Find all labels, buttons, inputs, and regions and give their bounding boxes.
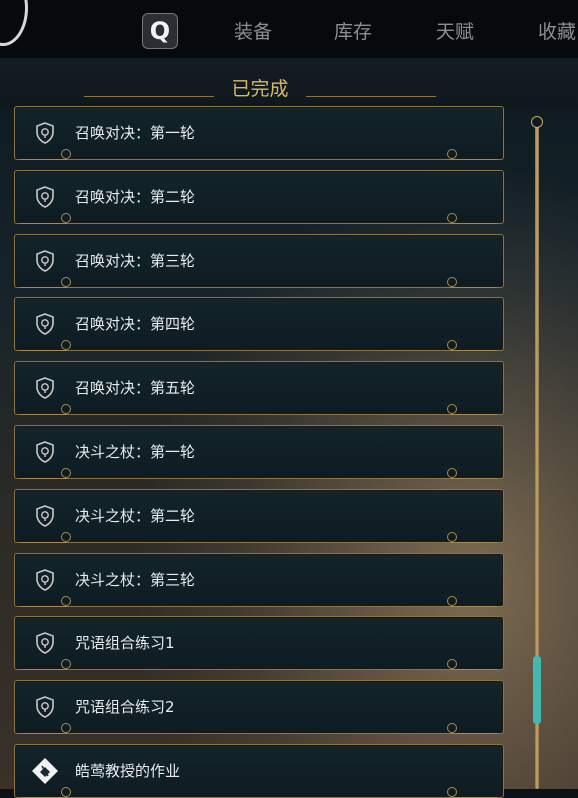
shield-icon	[33, 440, 57, 464]
corner-ring-ornament	[0, 0, 28, 46]
quest-label: 决斗之杖：第二轮	[75, 506, 196, 525]
quest-label: 召唤对决：第二轮	[75, 187, 196, 206]
shield-icon	[33, 312, 57, 336]
diamond-quest-icon	[31, 757, 58, 784]
shield-icon	[33, 185, 57, 209]
shield-icon	[33, 376, 57, 400]
corner-flourish-right	[447, 723, 497, 735]
quest-row[interactable]: 召唤对决：第五轮	[14, 361, 504, 416]
quest-row[interactable]: 决斗之杖：第一轮	[14, 425, 504, 479]
corner-flourish-left	[21, 659, 71, 671]
scrollbar-top-cap	[531, 116, 543, 128]
quest-label: 召唤对决：第一轮	[75, 124, 196, 142]
corner-flourish-right	[447, 595, 497, 607]
quest-row[interactable]: 召唤对决：第一轮	[14, 106, 504, 160]
corner-flourish-left	[21, 468, 71, 479]
quest-row[interactable]: 召唤对决：第四轮	[14, 297, 504, 352]
corner-flourish-left	[21, 531, 71, 543]
corner-flourish-right	[447, 212, 497, 224]
corner-flourish-left	[21, 212, 71, 224]
title-divider-right	[306, 96, 436, 97]
corner-flourish-left	[21, 276, 71, 288]
q-key-hint[interactable]: Q	[142, 13, 178, 49]
quest-label: 召唤对决：第三轮	[75, 251, 196, 270]
corner-flourish-left	[21, 595, 71, 607]
scrollbar-thumb[interactable]	[533, 656, 541, 724]
corner-flourish-right	[447, 276, 497, 288]
tab-talents[interactable]: 天赋	[436, 17, 474, 44]
corner-flourish-left	[21, 340, 71, 352]
quest-label: 召唤对决：第四轮	[75, 315, 196, 334]
quest-label: 召唤对决：第五轮	[75, 379, 196, 398]
corner-flourish-right	[447, 659, 497, 671]
quest-row[interactable]: 决斗之杖：第二轮	[14, 488, 504, 543]
shield-icon	[33, 568, 57, 592]
quest-label: 决斗之杖：第一轮	[75, 443, 196, 461]
tab-collections[interactable]: 收藏	[538, 17, 576, 44]
shield-icon	[33, 504, 57, 528]
quest-label: 决斗之杖：第三轮	[75, 570, 196, 589]
corner-flourish-right	[447, 149, 497, 160]
quest-row[interactable]: 决斗之杖：第三轮	[14, 552, 504, 607]
quest-row[interactable]: 召唤对决：第三轮	[14, 233, 504, 288]
corner-flourish-left	[21, 149, 71, 160]
corner-flourish-right	[447, 468, 497, 479]
corner-flourish-left	[21, 787, 71, 798]
tab-gear[interactable]: 装备	[234, 17, 272, 44]
corner-flourish-left	[21, 404, 71, 416]
corner-flourish-left	[21, 723, 71, 735]
shield-icon	[33, 631, 57, 655]
quest-row[interactable]: 咒语组合练习1	[14, 616, 504, 671]
quest-label: 咒语组合练习2	[75, 698, 175, 717]
section-title-wrap: 已完成	[0, 74, 520, 101]
top-nav-bar: Q 装备 库存 天赋 收藏	[0, 0, 578, 59]
quest-label: 咒语组合练习1	[75, 634, 175, 653]
quest-row[interactable]: 咒语组合练习2	[14, 680, 504, 735]
corner-flourish-right	[447, 340, 497, 352]
section-title: 已完成	[231, 78, 289, 100]
corner-flourish-right	[447, 404, 497, 416]
shield-icon	[33, 695, 57, 719]
corner-flourish-right	[447, 531, 497, 543]
tab-inventory[interactable]: 库存	[334, 17, 372, 44]
title-divider-left	[84, 96, 214, 97]
corner-flourish-right	[447, 787, 497, 798]
quest-row[interactable]: 召唤对决：第二轮	[14, 169, 504, 224]
quest-row[interactable]: 皓莺教授的作业	[14, 744, 504, 798]
shield-icon	[33, 249, 57, 273]
shield-icon	[33, 121, 57, 145]
quest-label: 皓莺教授的作业	[75, 762, 181, 780]
